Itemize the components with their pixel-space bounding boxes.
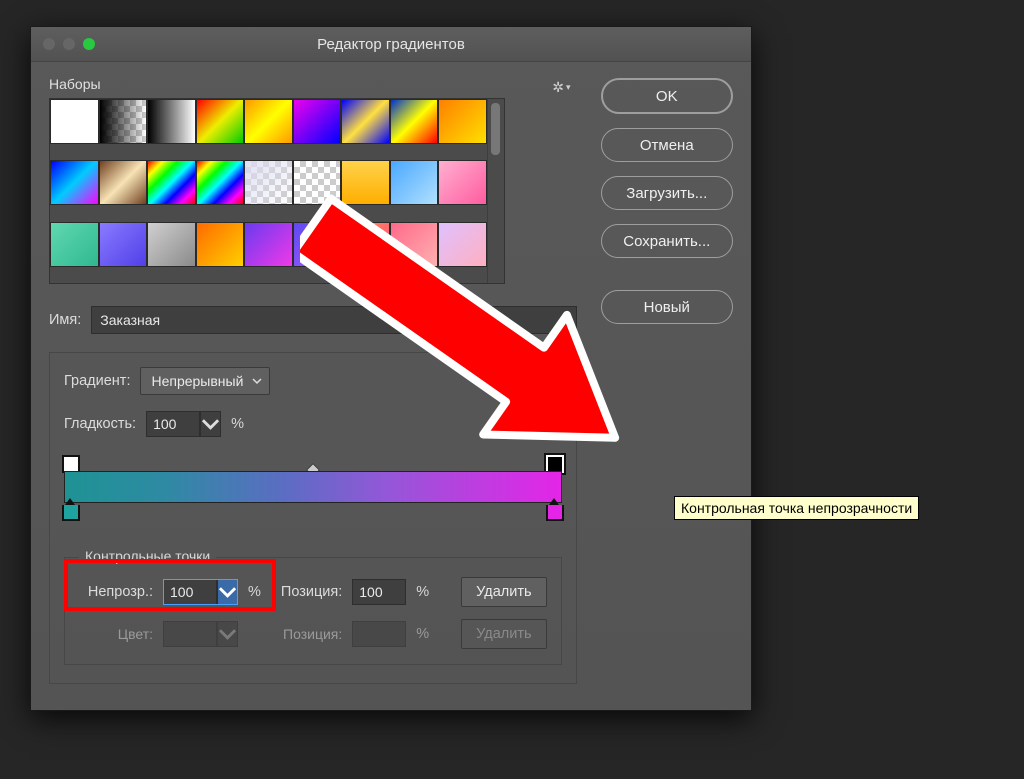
name-label: Имя: — [49, 312, 81, 328]
smoothness-value[interactable] — [147, 416, 199, 432]
preset-swatch[interactable] — [99, 222, 148, 267]
preset-swatch[interactable] — [147, 99, 196, 144]
preset-swatch[interactable] — [196, 99, 245, 144]
gradient-type-label: Градиент: — [64, 373, 130, 389]
color-position-label: Позиция: — [283, 626, 342, 642]
preset-swatch[interactable] — [50, 99, 99, 144]
scrollbar-thumb[interactable] — [491, 103, 500, 155]
preset-swatch[interactable] — [196, 222, 245, 267]
smoothness-unit: % — [231, 416, 244, 432]
gradient-type-value: Непрерывный — [151, 373, 243, 389]
color-value — [164, 626, 216, 642]
color-stop-right[interactable] — [546, 505, 564, 521]
preset-swatch[interactable] — [244, 160, 293, 205]
color-position-value — [353, 626, 405, 642]
opacity-position-unit: % — [416, 584, 429, 600]
presets-menu-button[interactable]: ✲ ▾ — [552, 79, 570, 96]
chevron-down-icon — [252, 376, 262, 386]
preset-swatch[interactable] — [438, 99, 487, 144]
titlebar[interactable]: Редактор градиентов — [31, 27, 751, 62]
preset-swatch[interactable] — [50, 160, 99, 205]
chevron-down-icon — [216, 622, 237, 646]
chevron-down-icon[interactable] — [199, 412, 220, 436]
tooltip: Контрольная точка непрозрачности — [674, 496, 919, 520]
preset-swatch[interactable] — [244, 99, 293, 144]
color-label: Цвет: — [79, 626, 153, 642]
preset-swatch[interactable] — [99, 160, 148, 205]
preset-swatch[interactable] — [147, 160, 196, 205]
opacity-position-value[interactable] — [353, 584, 405, 600]
color-swatch-input — [163, 621, 238, 647]
ok-button[interactable]: OK — [601, 78, 733, 114]
presets-label: Наборы — [49, 76, 101, 92]
preset-swatch[interactable] — [390, 99, 439, 144]
delete-color-stop-button: Удалить — [461, 619, 546, 649]
preset-swatch[interactable] — [99, 99, 148, 144]
annotation-arrow — [300, 152, 740, 482]
preset-swatch[interactable] — [244, 222, 293, 267]
color-stop-left[interactable] — [62, 505, 80, 521]
smoothness-label: Гладкость: — [64, 416, 136, 432]
annotation-highlight — [64, 559, 276, 611]
preset-swatch[interactable] — [50, 222, 99, 267]
color-position-unit: % — [416, 626, 429, 642]
color-position-input — [352, 621, 406, 647]
smoothness-input[interactable] — [146, 411, 221, 437]
preset-swatch[interactable] — [196, 160, 245, 205]
gear-icon: ✲ — [552, 79, 564, 96]
window-title: Редактор градиентов — [31, 36, 751, 53]
preset-swatch[interactable] — [147, 222, 196, 267]
opacity-position-label: Позиция: — [281, 584, 342, 600]
gradient-type-dropdown[interactable]: Непрерывный — [140, 367, 270, 395]
opacity-position-input[interactable] — [352, 579, 406, 605]
delete-opacity-stop-button[interactable]: Удалить — [461, 577, 546, 607]
preset-swatch[interactable] — [341, 99, 390, 144]
preset-swatch[interactable] — [293, 99, 342, 144]
chevron-down-icon: ▾ — [566, 82, 571, 93]
